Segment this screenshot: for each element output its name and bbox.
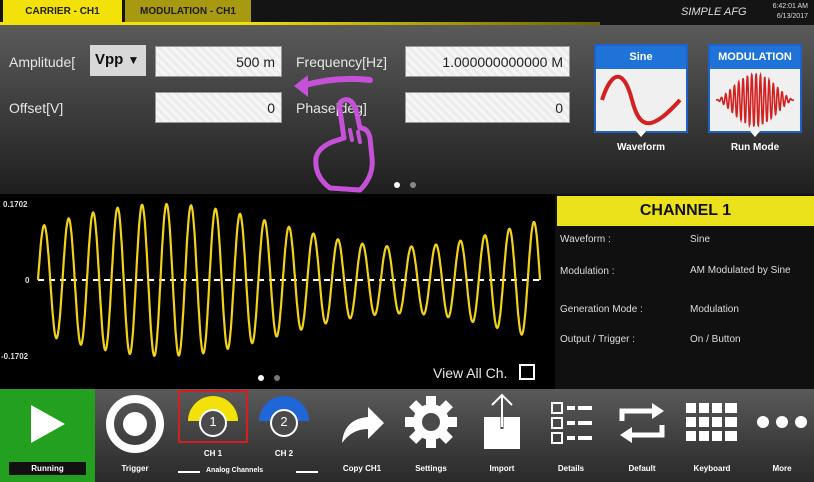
graph-page-dot-active[interactable] xyxy=(258,375,264,381)
copy-ch1-button[interactable]: Copy CH1 xyxy=(332,389,392,482)
trigger-label: Trigger xyxy=(121,464,149,473)
waveform-plot xyxy=(36,202,542,358)
import-label: Import xyxy=(489,464,515,473)
info-key: Modulation : xyxy=(560,266,615,277)
clock-date: 6/13/2017 xyxy=(776,13,808,20)
amplitude-unit-select[interactable]: Vpp ▼ xyxy=(90,45,146,76)
details-button[interactable]: Details xyxy=(542,389,600,482)
waveform-graph: 0.1702 0 -0.1702 View All Ch. xyxy=(0,194,555,389)
gear-icon xyxy=(405,396,457,448)
info-key: Waveform : xyxy=(560,234,611,245)
info-value: On / Button xyxy=(690,334,741,345)
app-brand: SIMPLE AFG xyxy=(681,6,747,18)
run-mode-card-title: MODULATION xyxy=(710,46,800,69)
analog-channels-divider xyxy=(296,471,318,473)
play-icon xyxy=(31,405,65,443)
y-zero-label: 0 xyxy=(25,276,30,285)
keyboard-button[interactable]: Keyboard xyxy=(680,389,744,482)
trigger-button[interactable]: Trigger xyxy=(103,389,167,482)
am-modulation-icon xyxy=(716,71,794,129)
info-key: Output / Trigger : xyxy=(560,334,636,345)
run-mode-caption: Run Mode xyxy=(730,142,780,153)
tab-modulation-ch1[interactable]: MODULATION - CH1 xyxy=(125,0,251,22)
sine-wave-icon xyxy=(600,75,682,126)
ch1-label: CH 1 xyxy=(203,449,223,458)
ch2-label: CH 2 xyxy=(274,449,294,458)
y-max-label: 0.1702 xyxy=(3,200,28,209)
amplitude-label: Amplitude[ xyxy=(9,54,76,70)
running-button[interactable]: Running xyxy=(0,389,95,482)
waveform-caret-icon xyxy=(636,131,646,137)
offset-field[interactable]: 0 xyxy=(155,92,282,123)
settings-button[interactable]: Settings xyxy=(400,389,462,482)
info-value: Modulation xyxy=(690,304,739,315)
dropdown-triangle-icon: ▼ xyxy=(127,53,140,67)
amplitude-unit-value: Vpp xyxy=(95,51,124,68)
bottom-toolbar: Running Trigger 1 CH 1 2 CH 2 Analog Cha… xyxy=(0,389,814,482)
clock-time: 6:42:01 AM xyxy=(772,3,808,10)
info-value: AM Modulated by Sine xyxy=(690,265,791,276)
keyboard-label: Keyboard xyxy=(693,464,731,473)
tab-label: CARRIER - CH1 xyxy=(25,5,100,17)
trigger-icon xyxy=(106,395,164,453)
waveform-trace xyxy=(36,202,542,358)
import-button[interactable]: Import xyxy=(472,389,532,482)
waveform-card[interactable]: Sine xyxy=(594,44,688,133)
more-button[interactable]: More xyxy=(752,389,812,482)
default-label: Default xyxy=(628,464,656,473)
running-label: Running xyxy=(9,462,86,475)
settings-label: Settings xyxy=(415,464,447,473)
info-key: Generation Mode : xyxy=(560,304,643,315)
amplitude-field[interactable]: 500 m xyxy=(155,46,282,77)
details-list-icon xyxy=(551,402,592,444)
page-dot[interactable] xyxy=(410,182,416,188)
ch2-number: 2 xyxy=(280,414,288,429)
analog-channels-label: Analog Channels xyxy=(206,467,264,474)
waveform-caption: Waveform xyxy=(617,142,665,153)
info-value: Sine xyxy=(690,234,711,245)
channel-info-title: CHANNEL 1 xyxy=(557,196,814,226)
ch1-number: 1 xyxy=(209,414,217,429)
details-label: Details xyxy=(557,464,585,473)
view-all-label: View All Ch. xyxy=(433,365,508,381)
more-label: More xyxy=(772,464,792,473)
graph-page-dot[interactable] xyxy=(274,375,280,381)
phase-field[interactable]: 0 xyxy=(405,92,570,123)
swipe-hand-icon xyxy=(294,75,375,193)
copy-ch1-label: Copy CH1 xyxy=(342,464,382,473)
repeat-icon xyxy=(619,403,665,443)
y-min-label: -0.1702 xyxy=(1,352,29,361)
import-icon xyxy=(484,393,520,449)
tab-bar: CARRIER - CH1 MODULATION - CH1 SIMPLE AF… xyxy=(0,0,814,25)
default-button[interactable]: Default xyxy=(610,389,674,482)
more-dots-icon xyxy=(757,416,807,428)
frequency-field[interactable]: 1.000000000000 M xyxy=(405,46,570,77)
page-dot-active[interactable] xyxy=(394,182,400,188)
clock: 6:42:01 AM 6/13/2017 xyxy=(764,2,808,22)
run-mode-card[interactable]: MODULATION xyxy=(708,44,802,133)
analog-channels-divider xyxy=(178,471,200,473)
tab-label: MODULATION - CH1 xyxy=(140,5,236,17)
offset-label: Offset[V] xyxy=(9,100,64,116)
channel-info-panel: CHANNEL 1 Waveform : Sine Modulation : A… xyxy=(555,194,814,389)
waveform-card-title: Sine xyxy=(596,46,686,69)
share-arrow-icon xyxy=(342,407,384,443)
keyboard-grid-icon xyxy=(686,403,737,441)
view-all-checkbox[interactable] xyxy=(519,364,535,380)
run-mode-caret-icon xyxy=(750,131,760,137)
tab-carrier-ch1[interactable]: CARRIER - CH1 xyxy=(3,0,122,22)
